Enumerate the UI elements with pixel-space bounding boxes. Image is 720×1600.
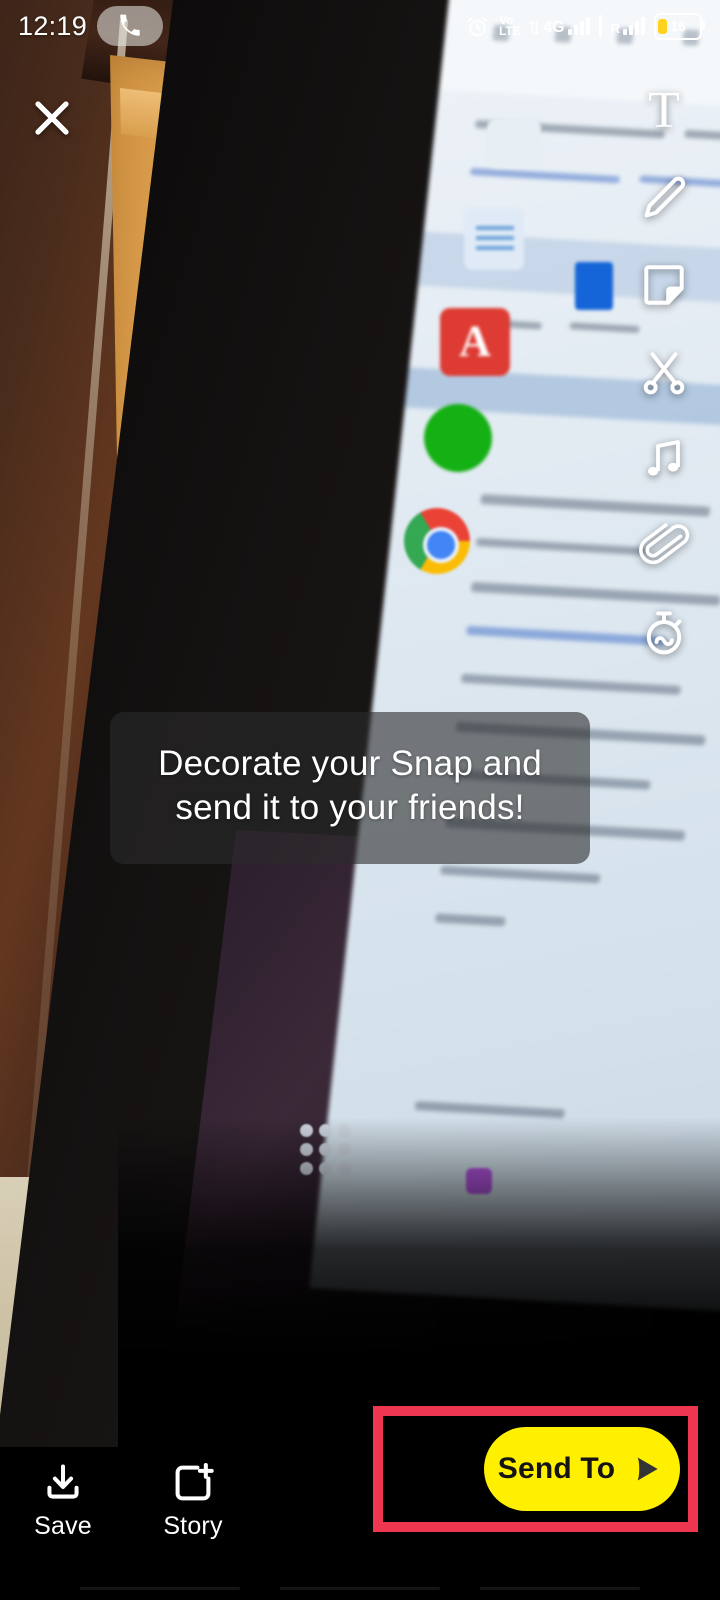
sticker-icon[interactable] [633, 254, 695, 316]
decorate-tooltip: Decorate your Snap and send it to your f… [110, 712, 590, 864]
photo-dock-icon-chrome [404, 508, 470, 574]
photo-dock-icon-blank [487, 118, 541, 168]
roaming-network-indicator: R [611, 17, 645, 35]
photo-dock-icon-green-app [424, 404, 492, 472]
alarm-clock-icon [467, 16, 488, 36]
photo-dock-icon-document [464, 208, 524, 270]
save-button[interactable]: Save [22, 1461, 104, 1541]
nav-segment [480, 1586, 640, 1590]
story-button[interactable]: Story [152, 1461, 234, 1541]
status-clock: 12:19 [18, 10, 88, 41]
mobile-network-indicator: 4G [529, 17, 590, 36]
phone-call-icon[interactable] [97, 6, 164, 46]
tooltip-text: Decorate your Snap and send it to your f… [158, 744, 542, 827]
system-navigation-hint [0, 1576, 720, 1600]
signal-divider [598, 15, 602, 37]
scissors-icon[interactable] [633, 341, 695, 403]
status-bar: 12:19 Vo LTE 4G R 16 [0, 0, 720, 52]
editing-tool-rail: T [628, 80, 700, 664]
text-icon[interactable]: T [633, 80, 695, 142]
signal-bars-sim2 [623, 17, 645, 35]
pencil-icon[interactable] [633, 167, 695, 229]
roaming-label: R [610, 21, 620, 36]
nav-segment [280, 1586, 440, 1590]
signal-bars-sim1 [567, 17, 590, 35]
nav-segment [80, 1586, 240, 1590]
stopwatch-icon[interactable] [633, 602, 695, 664]
network-type-label: 4G [543, 19, 565, 36]
music-note-icon[interactable] [633, 428, 695, 490]
download-icon [47, 1464, 79, 1499]
photo-dock-icon-adobe: A [440, 308, 510, 376]
photo-dock-icon-blue-folder [575, 262, 613, 310]
arrow-right-icon [637, 1457, 658, 1481]
send-to-button[interactable]: Send To [484, 1427, 680, 1511]
paperclip-icon[interactable] [633, 515, 695, 577]
battery-percent-label: 16 [670, 18, 686, 34]
battery-indicator: 16 [654, 12, 705, 40]
status-bar-right: Vo LTE 4G R 16 [465, 12, 705, 40]
status-bar-left: 12:19 [18, 6, 164, 46]
snapchat-preview-screen: A 12:19 Vo LTE 4G R 16 T Decorate your S… [0, 0, 720, 1600]
data-transfer-icon [529, 20, 540, 35]
photo-bottom-shadow [118, 1117, 720, 1447]
add-to-story-icon [175, 1463, 214, 1501]
close-icon[interactable] [28, 94, 76, 142]
story-label: Story [163, 1512, 223, 1540]
save-label: Save [34, 1512, 92, 1540]
send-to-label: Send To [497, 1452, 616, 1485]
bottom-left-actions: Save Story [22, 1461, 234, 1541]
volte-indicator: Vo LTE [499, 13, 521, 38]
